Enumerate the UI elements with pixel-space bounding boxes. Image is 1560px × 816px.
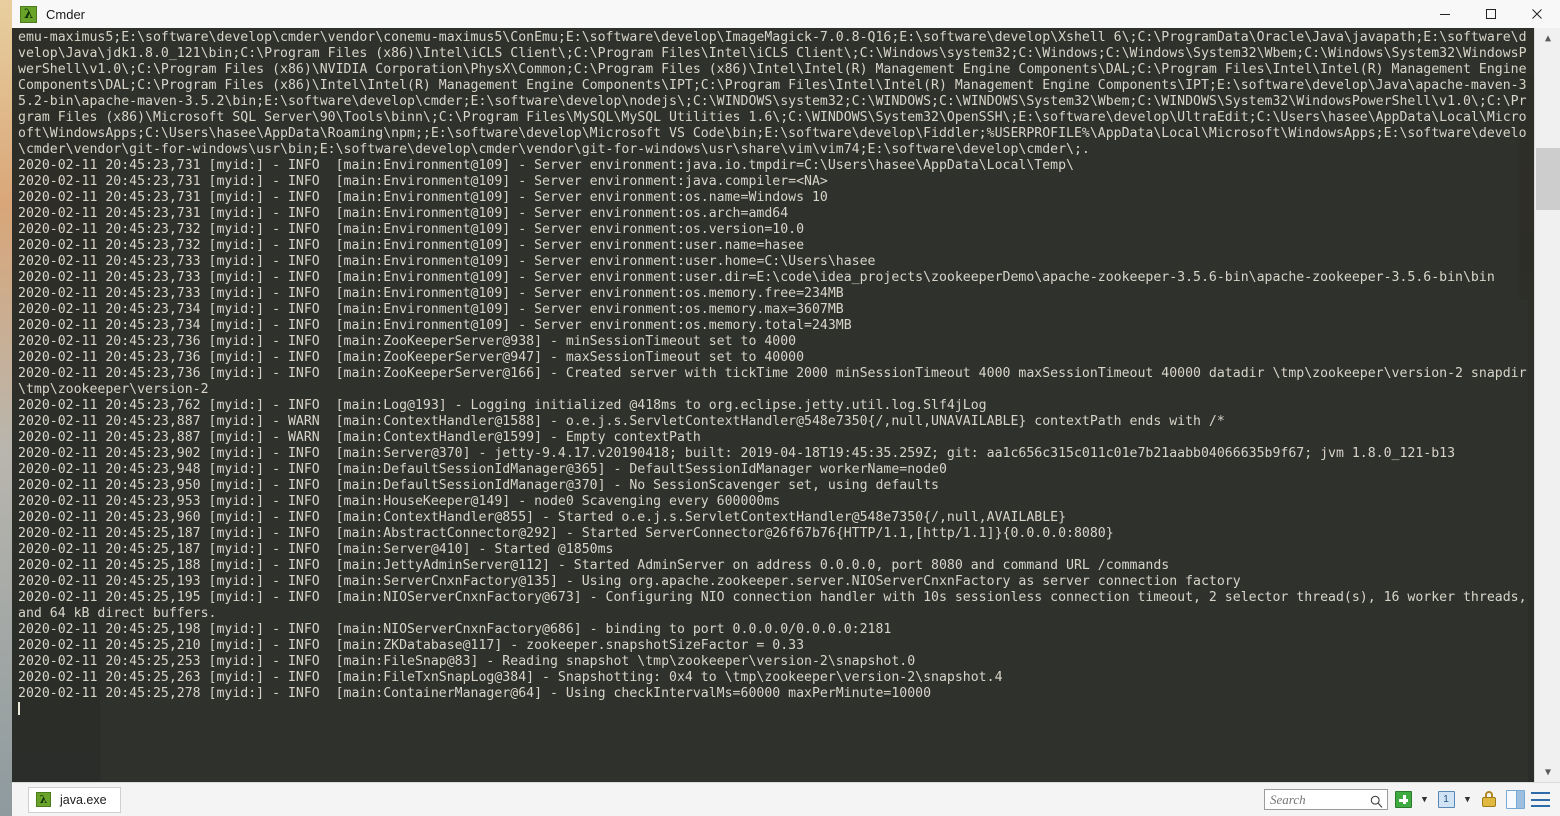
terminal-line: 2020-02-11 20:45:23,733 [myid:] - INFO […: [18, 254, 876, 269]
maximize-icon: [1486, 9, 1496, 19]
scrollbar-thumb[interactable]: [1536, 148, 1560, 210]
terminal-line: 2020-02-11 20:45:23,953 [myid:] - INFO […: [18, 494, 781, 509]
terminal-line: 2020-02-11 20:45:23,736 [myid:] - INFO […: [18, 334, 797, 349]
new-console-menu-button[interactable]: ▼: [1418, 789, 1431, 811]
tab-label: java.exe: [60, 792, 107, 807]
terminal-line: 2020-02-11 20:45:25,187 [myid:] - INFO […: [18, 526, 1114, 541]
console-selector-menu-button[interactable]: ▼: [1461, 789, 1474, 811]
window-controls: [1422, 0, 1560, 28]
split-panes-button[interactable]: [1504, 789, 1526, 811]
maximize-button[interactable]: [1468, 0, 1514, 28]
terminal-line: 2020-02-11 20:45:23,762 [myid:] - INFO […: [18, 398, 987, 413]
terminal-line: 2020-02-11 20:45:23,734 [myid:] - INFO […: [18, 318, 852, 333]
terminal-line: 2020-02-11 20:45:25,253 [myid:] - INFO […: [18, 654, 916, 669]
title-bar[interactable]: λ Cmder: [12, 0, 1560, 28]
terminal-line: \tmp\zookeeper\version-2: [18, 382, 209, 397]
plus-icon: [1394, 791, 1412, 808]
terminal-line: 2020-02-11 20:45:23,732 [myid:] - INFO […: [18, 222, 805, 237]
terminal-line: emu-maximus5;E:\software\develop\cmder\v…: [18, 30, 1527, 45]
screen: λ Cmder emu-maximus5;E:\software\develop…: [0, 0, 1560, 816]
tab-strip: λ java.exe: [12, 786, 1264, 813]
terminal-line: 2020-02-11 20:45:25,210 [myid:] - INFO […: [18, 638, 805, 653]
tab-java-exe[interactable]: λ java.exe: [28, 786, 121, 813]
terminal-line: 2020-02-11 20:45:23,731 [myid:] - INFO […: [18, 190, 828, 205]
chevron-down-icon[interactable]: ▼: [1535, 762, 1560, 782]
terminal-line: \cmder\vendor\git-for-windows\usr\bin;E:…: [18, 142, 1090, 157]
status-bar: λ java.exe ▼: [12, 782, 1560, 816]
terminal-line: 2020-02-11 20:45:23,731 [myid:] - INFO […: [18, 158, 1074, 173]
terminal-line: gram Files (x86)\Microsoft SQL Server\90…: [18, 110, 1527, 125]
cmder-window: λ Cmder emu-maximus5;E:\software\develop…: [12, 0, 1560, 816]
text-cursor: [18, 702, 20, 715]
terminal-line: werShell\v1.0\;C:\Program Files (x86)\NV…: [18, 62, 1527, 77]
hamburger-menu-icon: [1531, 791, 1551, 808]
console-window-icon: 1: [1437, 791, 1455, 808]
minimize-icon: [1440, 14, 1450, 15]
terminal-line: 2020-02-11 20:45:23,902 [myid:] - INFO […: [18, 446, 1456, 461]
terminal-line: 2020-02-11 20:45:25,263 [myid:] - INFO […: [18, 670, 1003, 685]
main-menu-button[interactable]: [1530, 789, 1552, 811]
terminal-line: 2020-02-11 20:45:23,948 [myid:] - INFO […: [18, 462, 947, 477]
terminal-line: velop\Java\jdk1.8.0_121\bin;C:\Program F…: [18, 46, 1527, 61]
terminal-line: 2020-02-11 20:45:23,950 [myid:] - INFO […: [18, 478, 939, 493]
chevron-down-icon: ▼: [1421, 794, 1428, 805]
terminal-line: Components\DAL;C:\Program Files (x86)\In…: [18, 78, 1527, 93]
search-box[interactable]: [1264, 789, 1388, 810]
terminal-output[interactable]: emu-maximus5;E:\software\develop\cmder\v…: [12, 28, 1546, 782]
terminal-line: 2020-02-11 20:45:25,188 [myid:] - INFO […: [18, 558, 1170, 573]
terminal-line: 2020-02-11 20:45:23,887 [myid:] - WARN […: [18, 430, 701, 445]
search-input[interactable]: [1270, 790, 1370, 809]
terminal-line: 2020-02-11 20:45:25,198 [myid:] - INFO […: [18, 622, 892, 637]
terminal-line: 2020-02-11 20:45:23,736 [myid:] - INFO […: [18, 366, 1527, 381]
terminal-line: 2020-02-11 20:45:25,193 [myid:] - INFO […: [18, 574, 1241, 589]
terminal-lines: emu-maximus5;E:\software\develop\cmder\v…: [18, 30, 1546, 718]
vertical-scrollbar[interactable]: ▲ ▼: [1534, 28, 1560, 782]
status-bar-controls: ▼ 1 ▼: [1264, 789, 1560, 811]
terminal-line: 2020-02-11 20:45:23,960 [myid:] - INFO […: [18, 510, 1067, 525]
chevron-up-icon[interactable]: ▲: [1535, 28, 1560, 48]
new-console-button[interactable]: [1392, 789, 1414, 811]
terminal-line: 2020-02-11 20:45:23,732 [myid:] - INFO […: [18, 238, 805, 253]
terminal-line: 5.2-bin\apache-maven-3.5.2\bin;E:\softwa…: [18, 94, 1527, 109]
terminal-line: 2020-02-11 20:45:25,278 [myid:] - INFO […: [18, 686, 932, 701]
terminal-line: oft\WindowsApps;C:\Users\hasee\AppData\R…: [18, 126, 1527, 141]
terminal-line: 2020-02-11 20:45:23,887 [myid:] - WARN […: [18, 414, 1225, 429]
terminal-line: 2020-02-11 20:45:23,733 [myid:] - INFO […: [18, 286, 844, 301]
lock-icon: [1482, 791, 1497, 808]
terminal-line: 2020-02-11 20:45:23,736 [myid:] - INFO […: [18, 350, 805, 365]
terminal-line: 2020-02-11 20:45:23,731 [myid:] - INFO […: [18, 206, 789, 221]
terminal-line: 2020-02-11 20:45:25,195 [myid:] - INFO […: [18, 590, 1527, 605]
console-selector-button[interactable]: 1: [1435, 789, 1457, 811]
split-pane-icon: [1505, 790, 1525, 809]
lock-button[interactable]: [1478, 789, 1500, 811]
terminal-line: 2020-02-11 20:45:23,734 [myid:] - INFO […: [18, 302, 844, 317]
close-button[interactable]: [1514, 0, 1560, 28]
title-bar-left: λ Cmder: [12, 5, 1422, 23]
terminal-line: 2020-02-11 20:45:25,187 [myid:] - INFO […: [18, 542, 614, 557]
lambda-icon: λ: [36, 792, 51, 807]
terminal-line: 2020-02-11 20:45:23,731 [myid:] - INFO […: [18, 174, 828, 189]
minimize-button[interactable]: [1422, 0, 1468, 28]
terminal-line: and 64 kB direct buffers.: [18, 606, 217, 621]
close-icon: [1532, 9, 1542, 19]
search-icon: [1370, 793, 1383, 812]
terminal-cursor-line: [18, 702, 1546, 718]
terminal-line: 2020-02-11 20:45:23,733 [myid:] - INFO […: [18, 270, 1495, 285]
window-title: Cmder: [46, 6, 86, 22]
lambda-icon: λ: [20, 5, 37, 23]
chevron-down-icon: ▼: [1464, 794, 1471, 805]
